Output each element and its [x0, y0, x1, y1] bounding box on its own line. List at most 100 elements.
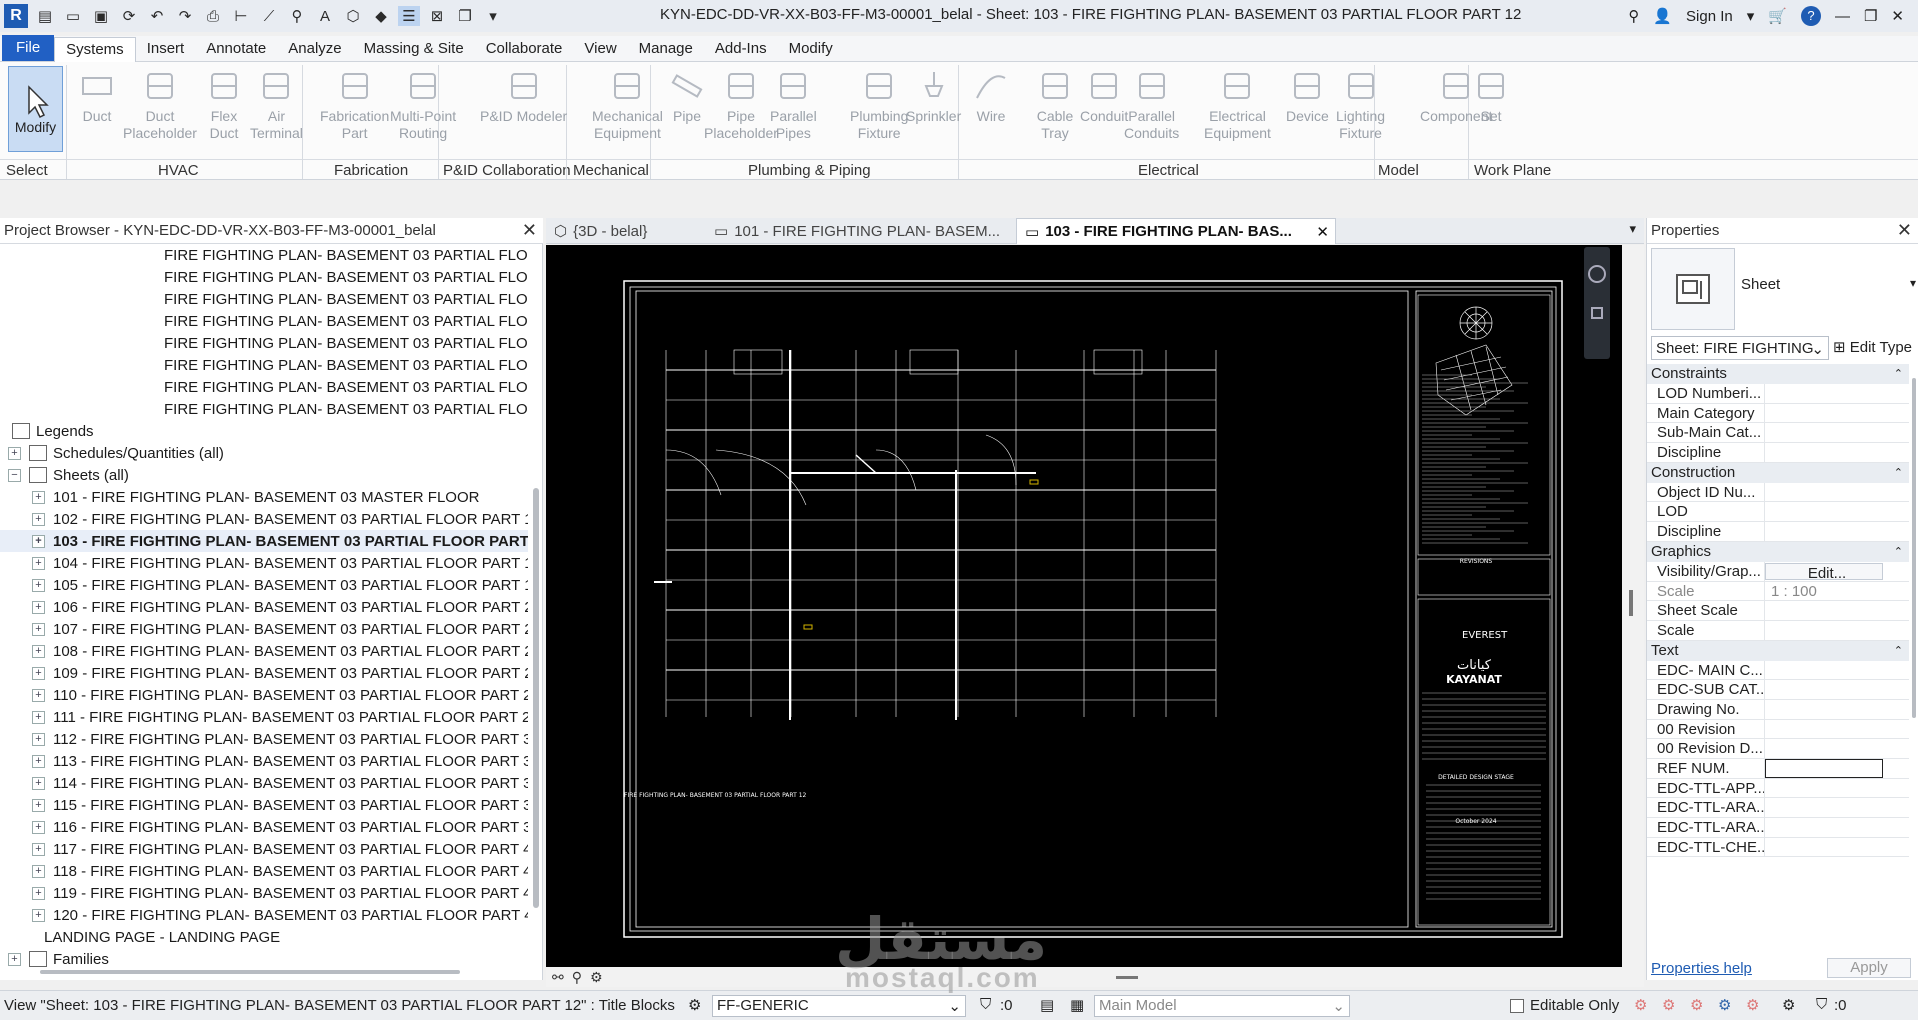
expand-toggle-icon[interactable]: + — [32, 864, 45, 878]
sheet-item[interactable]: +119 - FIRE FIGHTING PLAN- BASEMENT 03 P… — [0, 882, 528, 904]
select-underlay-icon[interactable]: ⚙ — [1662, 996, 1675, 1014]
workset-icon[interactable]: ⚙ — [688, 996, 701, 1014]
project-browser-hscrollbar[interactable] — [40, 970, 460, 974]
open-icon[interactable]: ▭ — [62, 6, 84, 26]
mechanical-equipment-button[interactable]: Mechanical Equipment — [592, 66, 663, 142]
expand-toggle-icon[interactable]: + — [32, 688, 45, 702]
menu-file[interactable]: File — [2, 35, 55, 61]
pin-icon[interactable]: ⚲ — [572, 969, 582, 986]
property-value[interactable] — [1765, 700, 1883, 719]
save-icon[interactable]: ▣ — [90, 6, 112, 26]
sprinkler-button[interactable]: Sprinkler — [906, 66, 961, 125]
tree-item-families[interactable]: + Families — [0, 948, 528, 968]
sheet-item[interactable]: +115 - FIRE FIGHTING PLAN- BASEMENT 03 P… — [0, 794, 528, 816]
tree-item-schedules[interactable]: + Schedules/Quantities (all) — [0, 442, 528, 464]
design-options-icon[interactable]: ▤ — [1040, 996, 1054, 1014]
dimension-icon[interactable]: ⟋ — [258, 6, 280, 26]
section-icon[interactable]: ◆ — [370, 6, 392, 26]
view-item[interactable]: FIRE FIGHTING PLAN- BASEMENT 03 PARTIAL … — [0, 288, 528, 310]
sync-icon[interactable]: ⟳ — [118, 6, 140, 26]
tab-list-icon[interactable]: ▾ — [1629, 221, 1636, 237]
property-value[interactable] — [1765, 621, 1883, 640]
panel-label-plumbing-piping[interactable]: Plumbing & Piping — [748, 162, 871, 179]
redo-icon[interactable]: ↷ — [174, 6, 196, 26]
select-by-face-icon[interactable]: ⚙ — [1718, 996, 1731, 1014]
select-pinned-icon[interactable]: ⚙ — [1690, 996, 1703, 1014]
horizontal-scroll-thumb[interactable] — [1116, 976, 1138, 979]
sheet-item[interactable]: +106 - FIRE FIGHTING PLAN- BASEMENT 03 P… — [0, 596, 528, 618]
instance-selector[interactable]: Sheet: FIRE FIGHTING ⌄ — [1651, 336, 1829, 360]
tab-view-2[interactable]: ▭ 103 - FIRE FIGHTING PLAN- BAS... ✕ — [1016, 218, 1336, 244]
view-item[interactable]: FIRE FIGHTING PLAN- BASEMENT 03 PARTIAL … — [0, 376, 528, 398]
sheet-item[interactable]: +102 - FIRE FIGHTING PLAN- BASEMENT 03 P… — [0, 508, 528, 530]
lighting-fixture-button[interactable]: Lighting Fixture — [1336, 66, 1385, 142]
collapse-icon[interactable]: ⌃ — [1894, 542, 1903, 562]
sheet-item[interactable]: +104 - FIRE FIGHTING PLAN- BASEMENT 03 P… — [0, 552, 528, 574]
expand-toggle-icon[interactable]: + — [32, 556, 45, 570]
panel-label-fabrication[interactable]: Fabrication — [334, 162, 408, 179]
close-hidden-icon[interactable]: ⊠ — [426, 6, 448, 26]
property-value[interactable] — [1765, 522, 1883, 541]
sheet-item[interactable]: +101 - FIRE FIGHTING PLAN- BASEMENT 03 M… — [0, 486, 528, 508]
navigation-bar[interactable] — [1584, 247, 1610, 359]
panel-label-work-plane[interactable]: Work Plane — [1474, 162, 1551, 179]
expand-toggle-icon[interactable]: + — [32, 820, 45, 834]
home-icon[interactable]: ▤ — [34, 6, 56, 26]
sheet-item[interactable]: +107 - FIRE FIGHTING PLAN- BASEMENT 03 P… — [0, 618, 528, 640]
close-icon[interactable]: ✕ — [1897, 220, 1912, 241]
sheet-item[interactable]: +118 - FIRE FIGHTING PLAN- BASEMENT 03 P… — [0, 860, 528, 882]
properties-help-link[interactable]: Properties help — [1651, 960, 1752, 977]
property-value[interactable] — [1765, 759, 1883, 778]
view-item[interactable]: FIRE FIGHTING PLAN- BASEMENT 03 PARTIAL … — [0, 398, 528, 420]
print-icon[interactable]: ⎙ — [202, 6, 224, 26]
property-value[interactable] — [1765, 502, 1883, 521]
expand-toggle-icon[interactable]: + — [32, 622, 45, 636]
menu-view[interactable]: View — [573, 37, 627, 61]
view-item[interactable]: FIRE FIGHTING PLAN- BASEMENT 03 PARTIAL … — [0, 310, 528, 332]
editable-only-checkbox[interactable] — [1510, 999, 1524, 1013]
menu-modify[interactable]: Modify — [778, 37, 844, 61]
panel-label-model[interactable]: Model — [1378, 162, 1419, 179]
menu-insert[interactable]: Insert — [136, 37, 196, 61]
close-tab-icon[interactable]: ✕ — [1316, 223, 1329, 241]
collapse-icon[interactable]: ⌃ — [1894, 641, 1903, 661]
view-item[interactable]: FIRE FIGHTING PLAN- BASEMENT 03 PARTIAL … — [0, 332, 528, 354]
filter-icon[interactable]: ⛉ — [980, 996, 991, 1013]
switch-windows-icon[interactable]: ❐ — [454, 6, 476, 26]
sign-in-link[interactable]: Sign In — [1686, 8, 1733, 25]
group-construction[interactable]: Construction ⌃ — [1647, 462, 1909, 483]
editing-requests-icon[interactable]: ▦ — [1070, 996, 1084, 1014]
property-value[interactable] — [1765, 661, 1883, 680]
property-value[interactable] — [1765, 838, 1883, 857]
multi-point-routing-button[interactable]: Multi-Point Routing — [390, 66, 456, 142]
property-value[interactable] — [1765, 423, 1883, 442]
flex-duct-button[interactable]: Flex Duct — [205, 66, 243, 142]
view-item[interactable]: FIRE FIGHTING PLAN- BASEMENT 03 PARTIAL … — [0, 354, 528, 376]
wire-button[interactable]: Wire — [972, 66, 1010, 125]
properties-scrollbar[interactable] — [1912, 378, 1916, 718]
selected-tag[interactable] — [1029, 479, 1039, 485]
menu-manage[interactable]: Manage — [628, 37, 704, 61]
menu-collaborate[interactable]: Collaborate — [475, 37, 574, 61]
conduit-button[interactable]: Conduit — [1080, 66, 1128, 125]
sheet-item[interactable]: +112 - FIRE FIGHTING PLAN- BASEMENT 03 P… — [0, 728, 528, 750]
sheet-item[interactable]: +120 - FIRE FIGHTING PLAN- BASEMENT 03 P… — [0, 904, 528, 926]
property-value[interactable] — [1765, 443, 1883, 462]
link-icon[interactable]: ⚯ — [552, 969, 564, 986]
text-icon[interactable]: A — [314, 6, 336, 26]
group-graphics[interactable]: Graphics ⌃ — [1647, 541, 1909, 562]
expand-toggle-icon[interactable]: + — [32, 908, 45, 922]
view-item[interactable]: FIRE FIGHTING PLAN- BASEMENT 03 PARTIAL … — [0, 244, 528, 266]
drag-elements-icon[interactable]: ⚙ — [1746, 996, 1759, 1014]
customize-qat-icon[interactable]: ▾ — [482, 6, 504, 26]
sheet-item[interactable]: +109 - FIRE FIGHTING PLAN- BASEMENT 03 P… — [0, 662, 528, 684]
expand-toggle-icon[interactable]: + — [32, 842, 45, 856]
sheet-item[interactable]: +114 - FIRE FIGHTING PLAN- BASEMENT 03 P… — [0, 772, 528, 794]
view-vertical-scrollbar[interactable] — [1622, 245, 1644, 967]
menu-add-ins[interactable]: Add-Ins — [704, 37, 778, 61]
tab-view-0[interactable]: ⬡ {3D - belal} — [546, 218, 696, 244]
panel-label-hvac[interactable]: HVAC — [158, 162, 199, 179]
type-dropdown-icon[interactable]: ▾ — [1910, 276, 1916, 290]
chevron-down-icon[interactable]: ▾ — [1747, 7, 1755, 25]
expand-toggle-icon[interactable]: + — [8, 952, 21, 966]
